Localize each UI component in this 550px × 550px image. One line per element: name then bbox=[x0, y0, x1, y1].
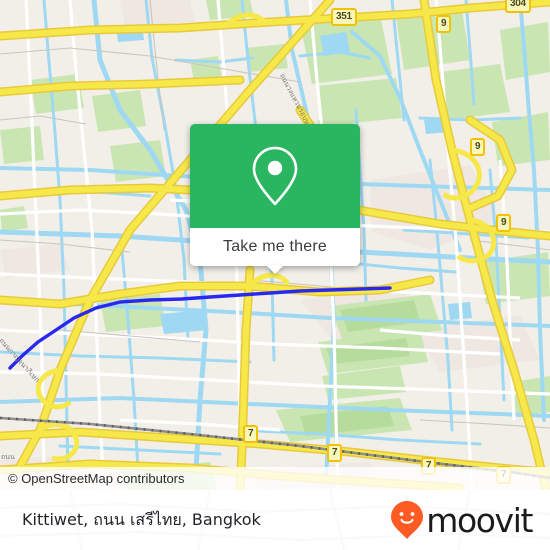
road-shield-351[interactable]: 351 bbox=[331, 8, 357, 26]
footer-bar: Kittiwet, ถนน เสรีไทย, Bangkok moovit bbox=[0, 490, 550, 550]
moovit-logo[interactable]: moovit bbox=[390, 500, 533, 540]
attribution-text: © OpenStreetMap contributors bbox=[8, 471, 185, 486]
street-label: ถนน bbox=[1, 453, 15, 461]
map-attribution: © OpenStreetMap contributors bbox=[0, 467, 550, 490]
card-pin-area bbox=[190, 124, 360, 228]
moovit-smiling-pin-icon bbox=[391, 501, 424, 539]
place-name: Kittiwet, ถนน เสรีไทย, Bangkok bbox=[22, 509, 261, 529]
road-shield-9[interactable]: 9 bbox=[436, 15, 452, 33]
take-me-there-card[interactable]: Take me there bbox=[190, 124, 360, 274]
road-shield-9[interactable]: 9 bbox=[470, 138, 486, 156]
moovit-wordmark: moovit bbox=[426, 500, 533, 540]
take-me-there-button[interactable]: Take me there bbox=[190, 228, 360, 274]
screenshot-root: ถนนวงแหวนรอบนอก ถนนกาญจนาภิเษก ถนน 351 9… bbox=[0, 0, 550, 550]
road-shield-9[interactable]: 9 bbox=[496, 214, 512, 232]
road-shield-7[interactable]: 7 bbox=[327, 444, 343, 462]
road-shield-304[interactable]: 304 bbox=[505, 0, 531, 13]
take-me-there-label: Take me there bbox=[223, 238, 327, 255]
map-pin-icon bbox=[252, 146, 298, 206]
road-shield-7[interactable]: 7 bbox=[243, 425, 259, 443]
card-pointer-tail bbox=[266, 265, 284, 274]
